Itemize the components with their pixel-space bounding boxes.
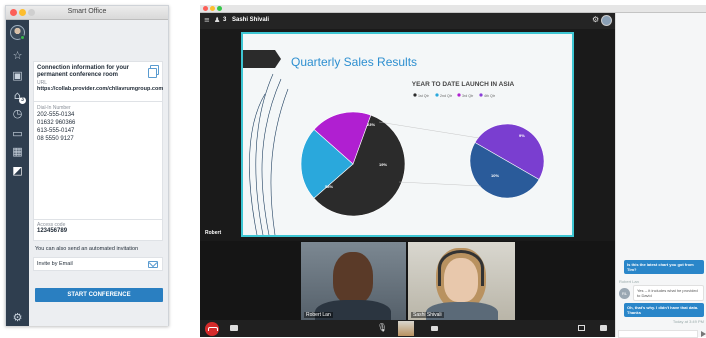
dial-in-number[interactable]: 202-555-0134	[37, 111, 159, 119]
participant-face	[333, 252, 373, 304]
chat-message-outgoing: Is this the latest chart you got from Ti…	[624, 260, 704, 274]
conference-info-panel: Connection information for your permanen…	[29, 20, 168, 326]
star-icon[interactable]: ☆	[10, 48, 25, 63]
legend-label: 3rd Qtr	[462, 94, 474, 98]
conference-icon[interactable]: ◩	[10, 163, 25, 178]
legend-swatch	[413, 93, 417, 97]
participant-video-sashi[interactable]: Sashi Shivali	[408, 242, 515, 320]
access-code-value[interactable]: 123456789	[37, 228, 159, 234]
dial-in-number[interactable]: 08 5550 9127	[37, 135, 159, 143]
legend-swatch	[479, 93, 483, 97]
end-call-button[interactable]	[205, 322, 219, 336]
voicemail-badge: 3	[19, 97, 26, 104]
connection-info-heading: Connection information for your permanen…	[37, 65, 129, 78]
minimize-window-button[interactable]	[210, 6, 215, 11]
dial-in-number[interactable]: 613-555-0147	[37, 127, 159, 135]
chart-legend: 1st Qtr 2nd Qtr 3rd Qtr 4th Qtr	[413, 93, 496, 98]
participant-thumbnails: Robert Lan Sashi Shivali	[200, 241, 615, 320]
self-avatar[interactable]	[601, 15, 612, 26]
automated-invitation-text: You can also send an automated invitatio…	[35, 246, 139, 252]
copy-icon[interactable]	[148, 65, 159, 78]
contact-icon[interactable]: ▣	[10, 68, 25, 83]
self-view-thumbnail[interactable]	[398, 321, 414, 336]
host-name: Sashi Shivali	[232, 17, 270, 23]
slide-decoration	[249, 73, 289, 235]
pie-data-label: 23%	[367, 122, 375, 127]
presenter-name: Robert	[205, 230, 222, 236]
microphone-icon[interactable]: 🎙	[377, 323, 387, 332]
sidebar: ☆ ▣ ⌂ 3 ◷ ▭ ▦ ◩ ⚙	[6, 20, 29, 326]
chat-message-incoming: Yes -- it includes what he provided to D…	[633, 285, 704, 301]
send-icon[interactable]	[701, 331, 706, 337]
slide-title: Quarterly Sales Results	[291, 55, 417, 69]
participant-count: 3	[223, 17, 227, 23]
chat-toggle-icon[interactable]	[230, 325, 238, 331]
title-arrow	[243, 50, 281, 68]
pie-data-label: 9%	[519, 133, 525, 138]
url-value[interactable]: https://collab.provider.com/chl/avrumgro…	[37, 86, 163, 92]
invite-by-email-field[interactable]: Invite by Email	[33, 257, 163, 271]
shared-screen-stage: Quarterly Sales Results YEAR TO DATE LAU…	[200, 29, 615, 241]
call-controls-bar: 🎙	[200, 320, 615, 337]
chat-timestamp: Today at 3:49 PM	[672, 319, 704, 324]
smart-office-window: Smart Office ☆ ▣ ⌂ 3 ◷ ▭ ▦ ◩ ⚙ Connectio…	[5, 5, 169, 326]
headset-icon	[438, 250, 484, 286]
slide-canvas: Quarterly Sales Results YEAR TO DATE LAU…	[243, 50, 545, 235]
pie-data-label: 10%	[491, 173, 499, 178]
legend-label: 2nd Qtr	[440, 94, 453, 98]
settings-icon[interactable]: ⚙	[10, 310, 25, 325]
email-icon[interactable]	[148, 261, 158, 268]
pie-data-label: 19%	[379, 162, 387, 167]
window-title: Smart Office	[67, 8, 107, 15]
participant-name: Sashi Shivali	[411, 312, 444, 318]
pie-connector-line	[398, 181, 482, 187]
gear-icon[interactable]: ⚙	[592, 15, 599, 24]
participants-icon[interactable]: ♟	[214, 16, 220, 24]
menu-icon[interactable]: ≡	[204, 17, 210, 24]
legend-swatch	[457, 93, 461, 97]
chat-sender-name: Robert Lan	[619, 279, 639, 284]
participant-name: Robert Lan	[304, 312, 333, 318]
dial-in-card: Dial-In Number 202-555-0134 01632 960366…	[33, 102, 163, 220]
history-icon[interactable]: ◷	[10, 106, 25, 121]
title-bar	[200, 5, 706, 13]
layout-icon[interactable]	[600, 325, 607, 331]
chat-message-outgoing: Oh, that's why. I didn't have that data.…	[624, 303, 704, 317]
legend-label: 1st Qtr	[418, 94, 430, 98]
presentation-slide: Quarterly Sales Results YEAR TO DATE LAU…	[241, 32, 574, 237]
dial-in-number[interactable]: 01632 960366	[37, 119, 159, 127]
connection-info-card: Connection information for your permanen…	[33, 61, 163, 102]
legend-swatch	[435, 93, 439, 97]
share-screen-icon[interactable]	[578, 325, 585, 331]
conference-top-bar: ≡ ♟ 3 Sashi Shivali ⚙	[200, 13, 615, 29]
start-conference-button[interactable]: START CONFERENCE	[35, 288, 163, 302]
video-conference-window: ≡ ♟ 3 Sashi Shivali ⚙ Quarterly Sales Re…	[200, 5, 706, 338]
zoom-window-button[interactable]	[217, 6, 222, 11]
participant-video-robert[interactable]: Robert Lan	[301, 242, 406, 320]
presence-status-icon	[20, 35, 25, 40]
chat-panel: Is this the latest chart you got from Ti…	[615, 13, 706, 338]
avatar: RL	[619, 288, 630, 299]
chat-icon[interactable]: ▭	[10, 126, 25, 141]
legend-label: 4th Qtr	[484, 94, 496, 98]
pie-data-label: 58%	[325, 184, 333, 189]
title-bar: Smart Office	[6, 6, 168, 20]
access-code-card: Access code 123456789	[33, 220, 163, 241]
pie-charts: 58% 23% 19% 9% 10%	[300, 111, 545, 217]
close-window-button[interactable]	[203, 6, 208, 11]
chart-title: YEAR TO DATE LAUNCH IN ASIA	[412, 81, 515, 88]
dialpad-icon[interactable]: ▦	[10, 144, 25, 159]
invite-by-email-label: Invite by Email	[37, 261, 73, 267]
camera-icon[interactable]	[431, 326, 438, 331]
